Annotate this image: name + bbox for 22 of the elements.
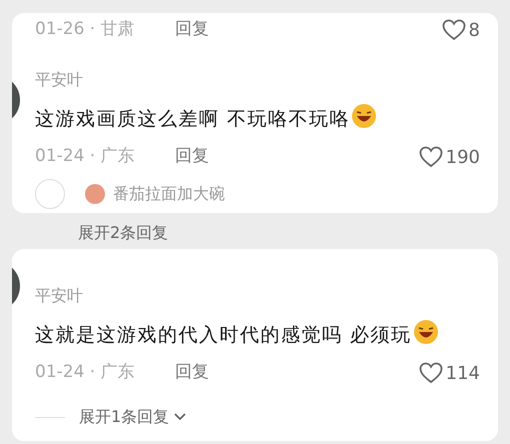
expand-replies-button[interactable]: 展开1条回复	[79, 405, 188, 429]
laughing-emoji-icon	[351, 103, 378, 129]
heart-icon[interactable]	[418, 146, 443, 168]
comment-text: 这就是这游戏的代入时代的感觉吗 必须玩	[35, 319, 439, 347]
reply-link[interactable]: 回复	[175, 360, 209, 386]
like-count: 190	[446, 146, 480, 170]
like-count: 8	[468, 18, 480, 42]
author-name[interactable]: 平安叶	[35, 285, 83, 307]
comment-time: 01-26 · 甘肃	[35, 18, 136, 42]
comment-text: 这游戏画质这么差啊 不玩咯不玩咯	[35, 103, 378, 131]
heart-icon[interactable]	[418, 362, 443, 384]
laughing-emoji-icon	[412, 319, 439, 345]
chevron-down-icon	[173, 412, 188, 422]
reply-link[interactable]: 回复	[175, 144, 209, 170]
reply-author[interactable]: 番茄拉面加大碗	[113, 182, 225, 206]
expand-replies-link[interactable]: 展开2条回复	[78, 223, 168, 242]
reply-link[interactable]: 回复	[175, 17, 209, 43]
comment-time: 01-24 · 广东	[35, 361, 136, 384]
author-name[interactable]: 平安叶	[35, 69, 83, 91]
comment-time: 01-24 · 广东	[35, 145, 136, 168]
like-count: 114	[446, 362, 480, 386]
heart-icon[interactable]	[442, 19, 466, 41]
